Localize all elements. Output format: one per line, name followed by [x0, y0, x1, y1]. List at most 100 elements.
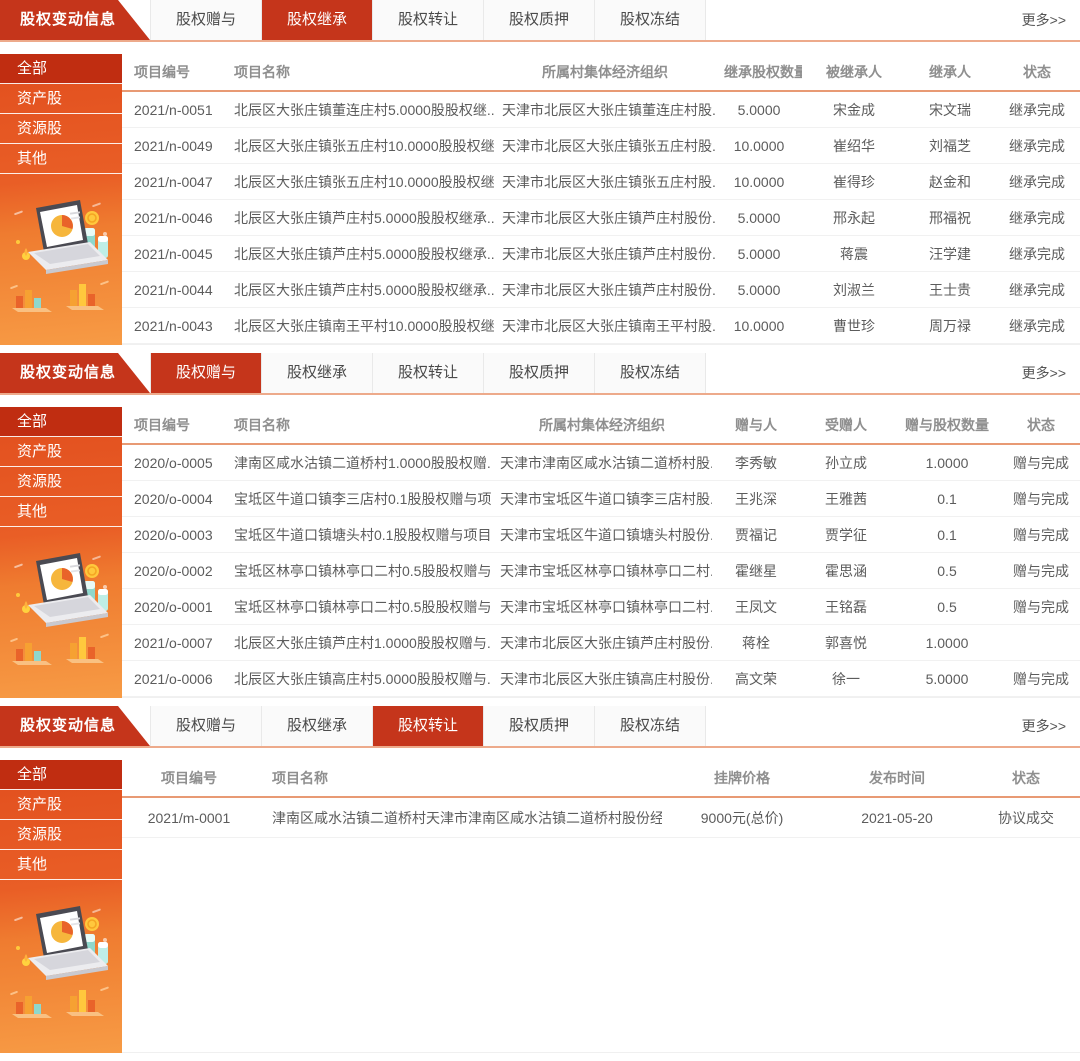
column-header: 项目名称 — [226, 415, 492, 435]
tab-bar: 股权赠与股权继承股权转让股权质押股权冻结 — [150, 706, 706, 746]
sidebar-item-all[interactable]: 全部 — [0, 407, 122, 437]
table-cell: 0.5 — [892, 599, 1002, 615]
table-row[interactable]: 2021/n-0047北辰区大张庄镇张五庄村10.0000股股权继...天津市北… — [122, 164, 1080, 200]
sidebar-item-resource-shares[interactable]: 资源股 — [0, 114, 122, 144]
section-content: 全部资产股资源股其他 — [0, 54, 1080, 345]
table-cell: 2021/n-0047 — [122, 174, 226, 190]
tab-equity-pledge[interactable]: 股权质押 — [484, 706, 595, 746]
tab-equity-transfer[interactable]: 股权转让 — [373, 0, 484, 40]
table-cell: 0.1 — [892, 491, 1002, 507]
table-cell: 0.5 — [892, 563, 1002, 579]
tab-equity-freeze[interactable]: 股权冻结 — [595, 0, 706, 40]
sidebar-item-resource-shares[interactable]: 资源股 — [0, 467, 122, 497]
table-cell: 宋金成 — [802, 100, 906, 120]
table-header-row: 项目编号项目名称所属村集体经济组织继承股权数量被继承人继承人状态 — [122, 54, 1080, 92]
table-cell: 继承完成 — [994, 208, 1080, 228]
table-row[interactable]: 2021/n-0045北辰区大张庄镇芦庄村5.0000股股权继承...天津市北辰… — [122, 236, 1080, 272]
table-row[interactable]: 2020/o-0005津南区咸水沽镇二道桥村1.0000股股权赠...天津市津南… — [122, 445, 1080, 481]
table-row[interactable]: 2021/n-0046北辰区大张庄镇芦庄村5.0000股股权继承...天津市北辰… — [122, 200, 1080, 236]
sidebar-item-asset-shares[interactable]: 资产股 — [0, 790, 122, 820]
table-cell: 10.0000 — [716, 138, 802, 154]
laptop-illustration — [0, 880, 122, 1053]
sidebar-item-all[interactable]: 全部 — [0, 54, 122, 84]
table-row[interactable]: 2021/m-0001津南区咸水沽镇二道桥村天津市津南区咸水沽镇二道桥村股份经.… — [122, 798, 1080, 838]
column-header: 赠与股权数量 — [892, 415, 1002, 435]
sidebar-item-other[interactable]: 其他 — [0, 144, 122, 174]
table-cell: 天津市津南区咸水沽镇二道桥村股... — [492, 453, 712, 473]
table-row[interactable]: 2021/n-0049北辰区大张庄镇张五庄村10.0000股股权继...天津市北… — [122, 128, 1080, 164]
table-row[interactable]: 2021/n-0043北辰区大张庄镇南王平村10.0000股股权继...天津市北… — [122, 308, 1080, 344]
more-link[interactable]: 更多>> — [1022, 0, 1080, 40]
column-header: 项目名称 — [252, 768, 662, 788]
records-table: 项目编号项目名称所属村集体经济组织继承股权数量被继承人继承人状态2021/n-0… — [122, 54, 1080, 345]
table-cell: 天津市北辰区大张庄镇董连庄村股... — [494, 100, 716, 120]
laptop-chart-graphic — [8, 896, 114, 1046]
table-cell: 邢福祝 — [906, 208, 994, 228]
table-row[interactable]: 2021/n-0051北辰区大张庄镇董连庄村5.0000股股权继...天津市北辰… — [122, 92, 1080, 128]
category-list: 全部资产股资源股其他 — [0, 54, 122, 174]
table-cell: 5.0000 — [716, 210, 802, 226]
table-cell: 赵金和 — [906, 172, 994, 192]
column-header: 所属村集体经济组织 — [492, 415, 712, 435]
table-cell: 2020/o-0001 — [122, 599, 226, 615]
table-cell: 津南区咸水沽镇二道桥村1.0000股股权赠... — [226, 453, 492, 473]
sidebar-item-all[interactable]: 全部 — [0, 760, 122, 790]
table-cell: 9000元(总价) — [662, 808, 822, 828]
table-cell: 宝坻区牛道口镇塘头村0.1股股权赠与项目 — [226, 525, 492, 545]
tab-equity-gift[interactable]: 股权赠与 — [151, 353, 262, 393]
table-row[interactable]: 2020/o-0001宝坻区林亭口镇林亭口二村0.5股股权赠与...天津市宝坻区… — [122, 589, 1080, 625]
column-header: 项目编号 — [122, 415, 226, 435]
sidebar-item-resource-shares[interactable]: 资源股 — [0, 820, 122, 850]
tab-equity-freeze[interactable]: 股权冻结 — [595, 706, 706, 746]
table-row[interactable]: 2021/o-0006北辰区大张庄镇高庄村5.0000股股权赠与...天津市北辰… — [122, 661, 1080, 697]
table-cell: 霍思涵 — [800, 561, 892, 581]
table-cell: 10.0000 — [716, 318, 802, 334]
tab-equity-transfer[interactable]: 股权转让 — [373, 353, 484, 393]
table-cell: 王铭磊 — [800, 597, 892, 617]
tab-equity-pledge[interactable]: 股权质押 — [484, 0, 595, 40]
table-cell: 10.0000 — [716, 174, 802, 190]
category-sidebar: 全部资产股资源股其他 — [0, 407, 122, 698]
table-cell: 0.1 — [892, 527, 1002, 543]
table-cell: 1.0000 — [892, 635, 1002, 651]
tab-equity-freeze[interactable]: 股权冻结 — [595, 353, 706, 393]
column-header: 赠与人 — [712, 415, 800, 435]
tab-equity-inheritance[interactable]: 股权继承 — [262, 353, 373, 393]
records-table: 项目编号项目名称所属村集体经济组织赠与人受赠人赠与股权数量状态2020/o-00… — [122, 407, 1080, 698]
tab-equity-inheritance[interactable]: 股权继承 — [262, 706, 373, 746]
table-cell: 5.0000 — [716, 282, 802, 298]
table-row[interactable]: 2020/o-0003宝坻区牛道口镇塘头村0.1股股权赠与项目天津市宝坻区牛道口… — [122, 517, 1080, 553]
more-link[interactable]: 更多>> — [1022, 706, 1080, 746]
section-banner-label: 股权变动信息 — [0, 706, 150, 746]
table-cell: 崔绍华 — [802, 136, 906, 156]
table-row[interactable]: 2021/o-0007北辰区大张庄镇芦庄村1.0000股股权赠与...天津市北辰… — [122, 625, 1080, 661]
more-link[interactable]: 更多>> — [1022, 353, 1080, 393]
table-cell: 5.0000 — [892, 671, 1002, 687]
table-cell: 继承完成 — [994, 136, 1080, 156]
sidebar-item-asset-shares[interactable]: 资产股 — [0, 84, 122, 114]
table-cell: 2021/n-0044 — [122, 282, 226, 298]
table-cell: 霍继星 — [712, 561, 800, 581]
table-cell: 2020/o-0004 — [122, 491, 226, 507]
category-sidebar: 全部资产股资源股其他 — [0, 54, 122, 345]
tab-equity-pledge[interactable]: 股权质押 — [484, 353, 595, 393]
table-cell: 2021/n-0049 — [122, 138, 226, 154]
table-cell: 继承完成 — [994, 100, 1080, 120]
table-row[interactable]: 2020/o-0002宝坻区林亭口镇林亭口二村0.5股股权赠与...天津市宝坻区… — [122, 553, 1080, 589]
sidebar-item-other[interactable]: 其他 — [0, 497, 122, 527]
section-banner-label: 股权变动信息 — [0, 353, 150, 393]
table-cell: 继承完成 — [994, 172, 1080, 192]
tab-equity-transfer[interactable]: 股权转让 — [373, 706, 484, 746]
table-row[interactable]: 2021/n-0044北辰区大张庄镇芦庄村5.0000股股权继承...天津市北辰… — [122, 272, 1080, 308]
tab-equity-gift[interactable]: 股权赠与 — [151, 706, 262, 746]
sidebar-item-asset-shares[interactable]: 资产股 — [0, 437, 122, 467]
column-header: 发布时间 — [822, 768, 972, 788]
table-cell: 2020/o-0002 — [122, 563, 226, 579]
tab-equity-inheritance[interactable]: 股权继承 — [262, 0, 373, 40]
table-row[interactable]: 2020/o-0004宝坻区牛道口镇李三店村0.1股股权赠与项目天津市宝坻区牛道… — [122, 481, 1080, 517]
table-cell: 津南区咸水沽镇二道桥村天津市津南区咸水沽镇二道桥村股份经... — [252, 808, 662, 828]
tab-equity-gift[interactable]: 股权赠与 — [151, 0, 262, 40]
laptop-chart-graphic — [8, 543, 114, 693]
table-cell: 赠与完成 — [1002, 669, 1080, 689]
sidebar-item-other[interactable]: 其他 — [0, 850, 122, 880]
